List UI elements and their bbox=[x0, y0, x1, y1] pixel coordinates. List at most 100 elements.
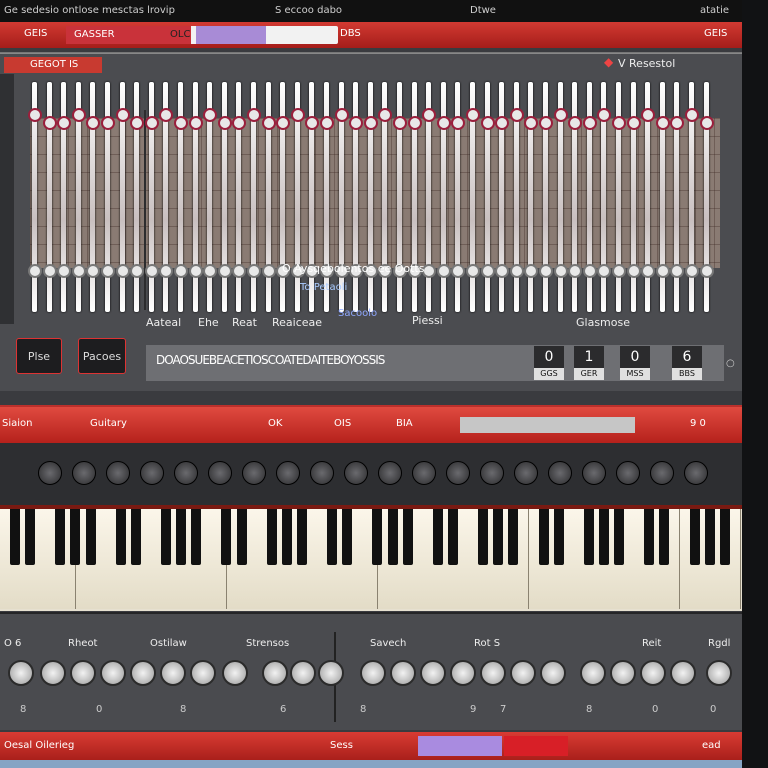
fader-knob[interactable] bbox=[174, 264, 188, 278]
toolstrip-right-label[interactable]: GEIS bbox=[704, 28, 727, 39]
fader-knob[interactable] bbox=[685, 108, 699, 122]
fader-knob[interactable] bbox=[524, 264, 539, 278]
black-key[interactable] bbox=[659, 509, 670, 565]
black-key[interactable] bbox=[644, 509, 655, 565]
black-key[interactable] bbox=[387, 509, 398, 565]
fader-knob[interactable] bbox=[101, 116, 115, 130]
fader-knob[interactable] bbox=[42, 116, 57, 130]
effect-dial[interactable] bbox=[70, 660, 96, 686]
black-key[interactable] bbox=[25, 509, 36, 565]
fader-knob[interactable] bbox=[655, 264, 670, 278]
footer-left-text[interactable]: Oesal Oilerieg bbox=[4, 740, 74, 751]
black-key[interactable] bbox=[176, 509, 187, 565]
black-key[interactable] bbox=[493, 509, 504, 565]
fader-knob[interactable] bbox=[524, 116, 539, 130]
fader-knob[interactable] bbox=[495, 116, 510, 130]
effect-dial[interactable] bbox=[222, 660, 248, 686]
synth-label[interactable]: Siaion bbox=[2, 418, 33, 429]
effect-dial[interactable] bbox=[670, 660, 696, 686]
synth-knob[interactable] bbox=[310, 461, 334, 485]
effect-dial[interactable] bbox=[610, 660, 636, 686]
fader-knob[interactable] bbox=[144, 264, 159, 278]
fader-knob[interactable] bbox=[509, 108, 524, 122]
fader-knob[interactable] bbox=[71, 264, 86, 278]
fader-knob[interactable] bbox=[451, 264, 466, 278]
fader-knob[interactable] bbox=[290, 108, 305, 122]
fader-knob[interactable] bbox=[71, 108, 86, 122]
record-icon[interactable]: ◆ bbox=[604, 55, 613, 69]
fader-knob[interactable] bbox=[670, 264, 685, 278]
black-key[interactable] bbox=[342, 509, 353, 565]
piano-keyboard[interactable] bbox=[0, 505, 742, 611]
effect-dial[interactable] bbox=[390, 660, 416, 686]
fader-knob[interactable] bbox=[699, 264, 714, 278]
fader-knob[interactable] bbox=[57, 116, 72, 130]
fader-knob[interactable] bbox=[568, 264, 583, 278]
black-key[interactable] bbox=[583, 509, 594, 565]
effect-dial[interactable] bbox=[290, 660, 316, 686]
preset-field[interactable]: GASSER OLC bbox=[66, 26, 338, 44]
fader-knob[interactable] bbox=[436, 264, 451, 278]
fader-knob[interactable] bbox=[582, 264, 597, 278]
fader-knob[interactable] bbox=[378, 108, 393, 122]
effect-dial[interactable] bbox=[450, 660, 476, 686]
black-key[interactable] bbox=[508, 509, 519, 565]
fader-knob[interactable] bbox=[86, 264, 101, 278]
fader-knob[interactable] bbox=[451, 116, 466, 130]
synth-knob[interactable] bbox=[242, 461, 266, 485]
fader-knob[interactable] bbox=[203, 264, 218, 278]
fader-knob[interactable] bbox=[174, 116, 188, 130]
fader-knob[interactable] bbox=[495, 264, 510, 278]
effect-dial[interactable] bbox=[190, 660, 216, 686]
black-key[interactable] bbox=[70, 509, 81, 565]
synth-ok[interactable]: OK bbox=[268, 418, 282, 429]
fader-knob[interactable] bbox=[422, 108, 437, 122]
effect-dial[interactable] bbox=[510, 660, 536, 686]
black-key[interactable] bbox=[447, 509, 458, 565]
effect-dial[interactable] bbox=[8, 660, 34, 686]
black-key[interactable] bbox=[130, 509, 141, 565]
fader-knob[interactable] bbox=[363, 116, 378, 130]
fader-knob[interactable] bbox=[334, 108, 349, 122]
fader-knob[interactable] bbox=[130, 116, 145, 130]
fader-knob[interactable] bbox=[553, 264, 568, 278]
synth-knob[interactable] bbox=[684, 461, 708, 485]
black-key[interactable] bbox=[704, 509, 715, 565]
footer-lavender-slot[interactable] bbox=[418, 736, 502, 756]
fader-knob[interactable] bbox=[159, 264, 174, 278]
fader-knob[interactable] bbox=[436, 116, 451, 130]
synth-knob[interactable] bbox=[140, 461, 164, 485]
fader-knob[interactable] bbox=[685, 264, 699, 278]
fader-knob[interactable] bbox=[57, 264, 72, 278]
black-key[interactable] bbox=[236, 509, 247, 565]
synth-knob[interactable] bbox=[208, 461, 232, 485]
fader-knob[interactable] bbox=[232, 264, 247, 278]
fader-knob[interactable] bbox=[539, 116, 553, 130]
fader-knob[interactable] bbox=[28, 108, 42, 122]
fader-knob[interactable] bbox=[115, 108, 130, 122]
black-key[interactable] bbox=[553, 509, 564, 565]
fader-knob[interactable] bbox=[203, 108, 218, 122]
black-key[interactable] bbox=[55, 509, 66, 565]
black-key[interactable] bbox=[538, 509, 549, 565]
fader-knob[interactable] bbox=[466, 264, 480, 278]
black-key[interactable] bbox=[221, 509, 232, 565]
synth-knob[interactable] bbox=[72, 461, 96, 485]
menu-center-text[interactable]: S eccoo dabo bbox=[275, 5, 342, 16]
fader-knob[interactable] bbox=[86, 116, 101, 130]
black-key[interactable] bbox=[402, 509, 413, 565]
effect-dial[interactable] bbox=[360, 660, 386, 686]
black-key[interactable] bbox=[689, 509, 700, 565]
fader-knob[interactable] bbox=[509, 264, 524, 278]
black-key[interactable] bbox=[85, 509, 96, 565]
fader-knob[interactable] bbox=[626, 264, 641, 278]
fader-knob[interactable] bbox=[232, 116, 247, 130]
black-key[interactable] bbox=[432, 509, 443, 565]
fader-bank[interactable] bbox=[28, 78, 724, 318]
toolstrip-label[interactable]: GEIS bbox=[24, 28, 47, 39]
effect-dial[interactable] bbox=[580, 660, 606, 686]
fader-knob[interactable] bbox=[247, 108, 261, 122]
black-key[interactable] bbox=[614, 509, 624, 565]
play-button[interactable]: Plse bbox=[16, 338, 62, 374]
fader-knob[interactable] bbox=[188, 264, 203, 278]
